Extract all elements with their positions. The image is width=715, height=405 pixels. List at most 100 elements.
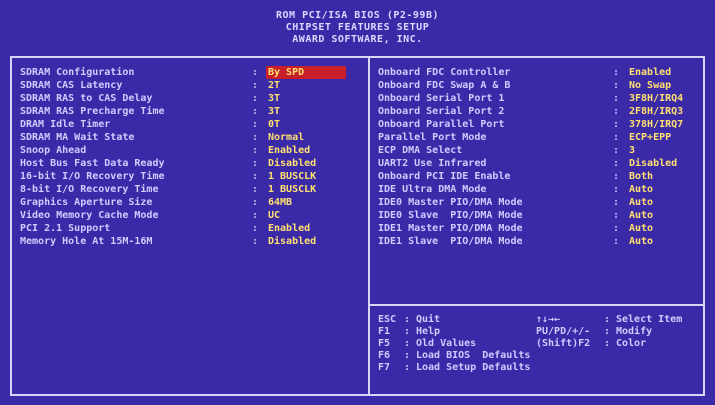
help-desc: Load BIOS Defaults xyxy=(416,350,531,361)
setting-row[interactable]: IDE1 Master PIO/DMA Mode: Auto xyxy=(378,222,700,235)
setting-value[interactable]: Normal xyxy=(266,131,306,144)
separator: : xyxy=(604,314,611,325)
separator: : xyxy=(613,119,620,130)
setting-row[interactable]: Graphics Aperture Size:64MB xyxy=(20,196,360,209)
setting-row[interactable]: Onboard Parallel Port:378H/IRQ7 xyxy=(378,118,700,131)
setting-label: Video Memory Cache Mode xyxy=(20,210,159,221)
setting-value[interactable]: Auto xyxy=(627,235,655,248)
setting-value[interactable]: Disabled xyxy=(627,157,679,170)
separator: : xyxy=(613,93,620,104)
separator: : xyxy=(252,93,259,104)
setting-row[interactable]: IDE0 Slave PIO/DMA Mode: Auto xyxy=(378,209,700,222)
setting-row[interactable]: ECP DMA Select:3 xyxy=(378,144,700,157)
setting-value[interactable]: UC xyxy=(266,209,282,222)
setting-value[interactable]: 0T xyxy=(266,118,282,131)
setting-value[interactable]: Enabled xyxy=(266,222,312,235)
vertical-divider xyxy=(368,58,370,394)
separator: : xyxy=(404,338,411,349)
setting-value[interactable]: 3T xyxy=(266,105,282,118)
setting-row[interactable]: Onboard FDC Controller: Enabled xyxy=(378,66,700,79)
separator: : xyxy=(613,197,620,208)
setting-label: Onboard PCI IDE Enable xyxy=(378,171,511,182)
setting-row[interactable]: Snoop Ahead: Enabled xyxy=(20,144,360,157)
setting-value[interactable]: Enabled xyxy=(627,66,673,79)
help-key: F1 xyxy=(378,326,391,337)
setting-value[interactable]: No Swap xyxy=(627,79,673,92)
separator: : xyxy=(613,223,620,234)
setting-value[interactable]: Auto xyxy=(627,222,655,235)
setting-label: PCI 2.1 Support xyxy=(20,223,111,234)
separator: : xyxy=(404,326,411,337)
setting-row[interactable]: SDRAM CAS Latency:2T xyxy=(20,79,360,92)
separator: : xyxy=(613,210,620,221)
setting-label: UART2 Use Infrared xyxy=(378,158,487,169)
setting-label: 8-bit I/O Recovery Time xyxy=(20,184,159,195)
vendor-name: AWARD SOFTWARE, INC. xyxy=(292,34,423,45)
help-key: PU/PD/+/- xyxy=(536,326,591,337)
setting-row[interactable]: SDRAM Configuration: By SPD xyxy=(20,66,360,79)
setting-label: Parallel Port Mode xyxy=(378,132,487,143)
setting-value[interactable]: Enabled xyxy=(266,144,312,157)
setting-row[interactable]: Onboard PCI IDE Enable: Both xyxy=(378,170,700,183)
setting-label: ECP DMA Select xyxy=(378,145,463,156)
setting-value[interactable]: 1 BUSCLK xyxy=(266,183,318,196)
setting-row[interactable]: SDRAM RAS to CAS Delay:3T xyxy=(20,92,360,105)
setting-value[interactable]: Auto xyxy=(627,196,655,209)
separator: : xyxy=(252,132,259,143)
key-help-row: F6: Load BIOS Defaults xyxy=(378,350,698,362)
setting-value[interactable]: 3 xyxy=(627,144,637,157)
key-help-box: ESC: Quit ↑↓→←: Select Item F1: Help PU/PD/+/… xyxy=(378,314,698,374)
setting-value[interactable]: 2F8H/IRQ3 xyxy=(627,105,685,118)
help-key: ESC xyxy=(378,314,397,325)
setting-row[interactable]: 8-bit I/O Recovery Time:1 BUSCLK xyxy=(20,183,360,196)
separator: : xyxy=(613,80,620,91)
setting-value[interactable]: Auto xyxy=(627,183,655,196)
key-help-row: F7: Load Setup Defaults xyxy=(378,362,698,374)
setting-row[interactable]: Onboard Serial Port 2:2F8H/IRQ3 xyxy=(378,105,700,118)
separator: : xyxy=(404,362,411,373)
setting-value[interactable]: 3F8H/IRQ4 xyxy=(627,92,685,105)
setting-row[interactable]: 16-bit I/O Recovery Time:1 BUSCLK xyxy=(20,170,360,183)
setting-row[interactable]: SDRAM MA Wait State: Normal xyxy=(20,131,360,144)
separator: : xyxy=(404,350,411,361)
setting-row[interactable]: Onboard Serial Port 1:3F8H/IRQ4 xyxy=(378,92,700,105)
setting-label: SDRAM MA Wait State xyxy=(20,132,135,143)
setting-value[interactable]: Disabled xyxy=(266,235,318,248)
setting-label: Snoop Ahead xyxy=(20,145,87,156)
setting-row[interactable]: IDE Ultra DMA Mode: Auto xyxy=(378,183,700,196)
bios-screen: ROM PCI/ISA BIOS (P2-99B) CHIPSET FEATUR… xyxy=(0,0,715,405)
bios-header: ROM PCI/ISA BIOS (P2-99B) CHIPSET FEATUR… xyxy=(6,6,709,56)
setting-row[interactable]: Host Bus Fast Data Ready: Disabled xyxy=(20,157,360,170)
setting-value[interactable]: 1 BUSCLK xyxy=(266,170,318,183)
setting-value[interactable]: Disabled xyxy=(266,157,318,170)
setting-row[interactable]: Parallel Port Mode: ECP+EPP xyxy=(378,131,700,144)
setting-value[interactable]: 2T xyxy=(266,79,282,92)
setting-value[interactable]: 378H/IRQ7 xyxy=(627,118,685,131)
setting-value[interactable]: 64MB xyxy=(266,196,294,209)
setting-row[interactable]: IDE1 Slave PIO/DMA Mode: Auto xyxy=(378,235,700,248)
help-key: F5 xyxy=(378,338,391,349)
setting-value[interactable]: ECP+EPP xyxy=(627,131,673,144)
left-settings-column: SDRAM Configuration: By SPD SDRAM CAS Lat… xyxy=(20,66,360,248)
setting-value[interactable]: Auto xyxy=(627,209,655,222)
setting-label: 16-bit I/O Recovery Time xyxy=(20,171,165,182)
setting-label: IDE0 Slave PIO/DMA Mode xyxy=(378,210,523,221)
bios-title: ROM PCI/ISA BIOS (P2-99B) xyxy=(275,10,439,21)
separator: : xyxy=(613,184,620,195)
separator: : xyxy=(252,158,259,169)
setting-row[interactable]: Memory Hole At 15M-16M: Disabled xyxy=(20,235,360,248)
separator: : xyxy=(604,326,611,337)
setting-value[interactable]: 3T xyxy=(266,92,282,105)
setting-row[interactable]: SDRAM RAS Precharge Time:3T xyxy=(20,105,360,118)
setting-row[interactable]: PCI 2.1 Support: Enabled xyxy=(20,222,360,235)
setting-row[interactable]: UART2 Use Infrared: Disabled xyxy=(378,157,700,170)
setting-value[interactable]: Both xyxy=(627,170,655,183)
setting-row[interactable]: DRAM Idle Timer:0T xyxy=(20,118,360,131)
setting-value-selected[interactable]: By SPD xyxy=(266,66,346,79)
separator: : xyxy=(252,106,259,117)
separator: : xyxy=(252,119,259,130)
setting-row[interactable]: IDE0 Master PIO/DMA Mode: Auto xyxy=(378,196,700,209)
setting-row[interactable]: Video Memory Cache Mode: UC xyxy=(20,209,360,222)
setting-label: SDRAM RAS to CAS Delay xyxy=(20,93,153,104)
setting-row[interactable]: Onboard FDC Swap A & B: No Swap xyxy=(378,79,700,92)
